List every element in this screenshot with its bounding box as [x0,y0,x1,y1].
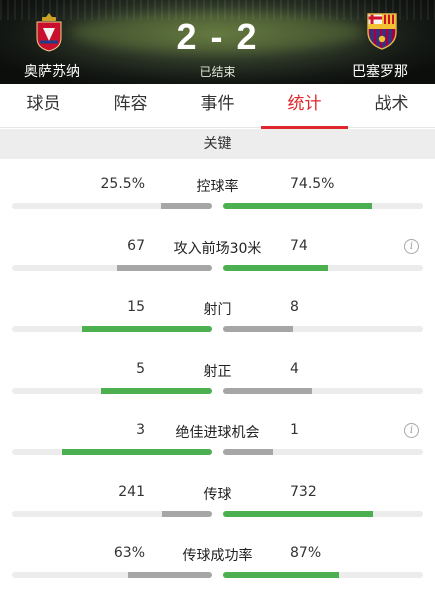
tab-lineup[interactable]: 阵容 [87,84,174,127]
home-bar-fill [81,326,212,332]
stat-row-possession: 25.5% 控球率 74.5% [0,159,435,221]
info-icon[interactable]: i [404,238,419,254]
away-bar [223,326,423,332]
stat-label: 传球 [203,486,232,503]
away-bar-fill [223,449,273,455]
away-bar [223,387,423,394]
away-bar-fill [223,203,372,209]
away-value: 732 [290,483,317,500]
stat-label: 传球成功率 [182,548,253,564]
away-value: 87% [290,545,322,561]
away-bar-fill [223,387,312,394]
stat-label: 射正 [203,363,232,380]
away-bar [223,203,423,209]
stat-row-shots-on-target: 5 射正 4 [0,344,435,406]
away-bar-fill [223,572,339,578]
away-bar [223,510,423,517]
away-bar [223,264,423,271]
home-bar [12,572,212,578]
home-bar-fill [161,203,212,209]
home-bar-fill [128,572,212,578]
away-value: 4 [290,360,299,377]
home-bar [12,203,212,209]
section-header-key: 关键 [0,129,435,159]
stat-row-final-third-entries: 67 攻入前场30米 74 i [0,221,435,283]
match-tabs: 球员 阵容 事件 统计 战术 [0,84,435,129]
away-bar-fill [223,510,374,517]
home-bar [12,264,212,271]
stat-label: 绝佳进球机会 [175,425,260,441]
home-bar [12,510,212,517]
away-bar [223,449,423,455]
home-bar-fill [117,264,212,271]
away-value: 74 [290,237,308,254]
away-bar-fill [223,326,293,332]
stat-row-pass-accuracy: 63% 传球成功率 87% [0,528,435,590]
tab-stats[interactable]: 统计 [261,84,348,129]
home-bar [12,449,212,455]
away-team-name: 巴塞罗那 [352,64,408,80]
stat-label: 射门 [203,302,232,318]
stats-list: 25.5% 控球率 74.5% 67 攻入前场30米 74 i 15 射门 8 … [0,159,435,590]
away-value: 8 [290,299,299,315]
away-value: 74.5% [290,176,335,192]
home-bar [12,326,212,332]
stat-label: 攻入前场30米 [173,240,262,257]
info-icon[interactable]: i [404,423,419,438]
tab-tactics[interactable]: 战术 [348,84,435,127]
away-bar [223,572,423,578]
tab-events[interactable]: 事件 [174,84,261,127]
stat-row-passes: 241 传球 732 [0,467,435,529]
home-bar [12,387,212,394]
home-bar-fill [162,510,212,517]
away-bar-fill [223,264,328,271]
home-bar-fill [100,387,212,394]
home-bar-fill [62,449,212,455]
match-header: 奥萨苏纳 2 - 2 已结束 巴塞罗那 [0,0,435,84]
away-value: 1 [290,422,299,438]
barcelona-crest-icon [367,13,397,50]
stat-row-shots: 15 射门 8 [0,282,435,344]
stat-label: 控球率 [196,179,239,195]
tab-players[interactable]: 球员 [0,84,87,127]
stat-row-big-chances: 3 绝佳进球机会 1 i [0,405,435,467]
